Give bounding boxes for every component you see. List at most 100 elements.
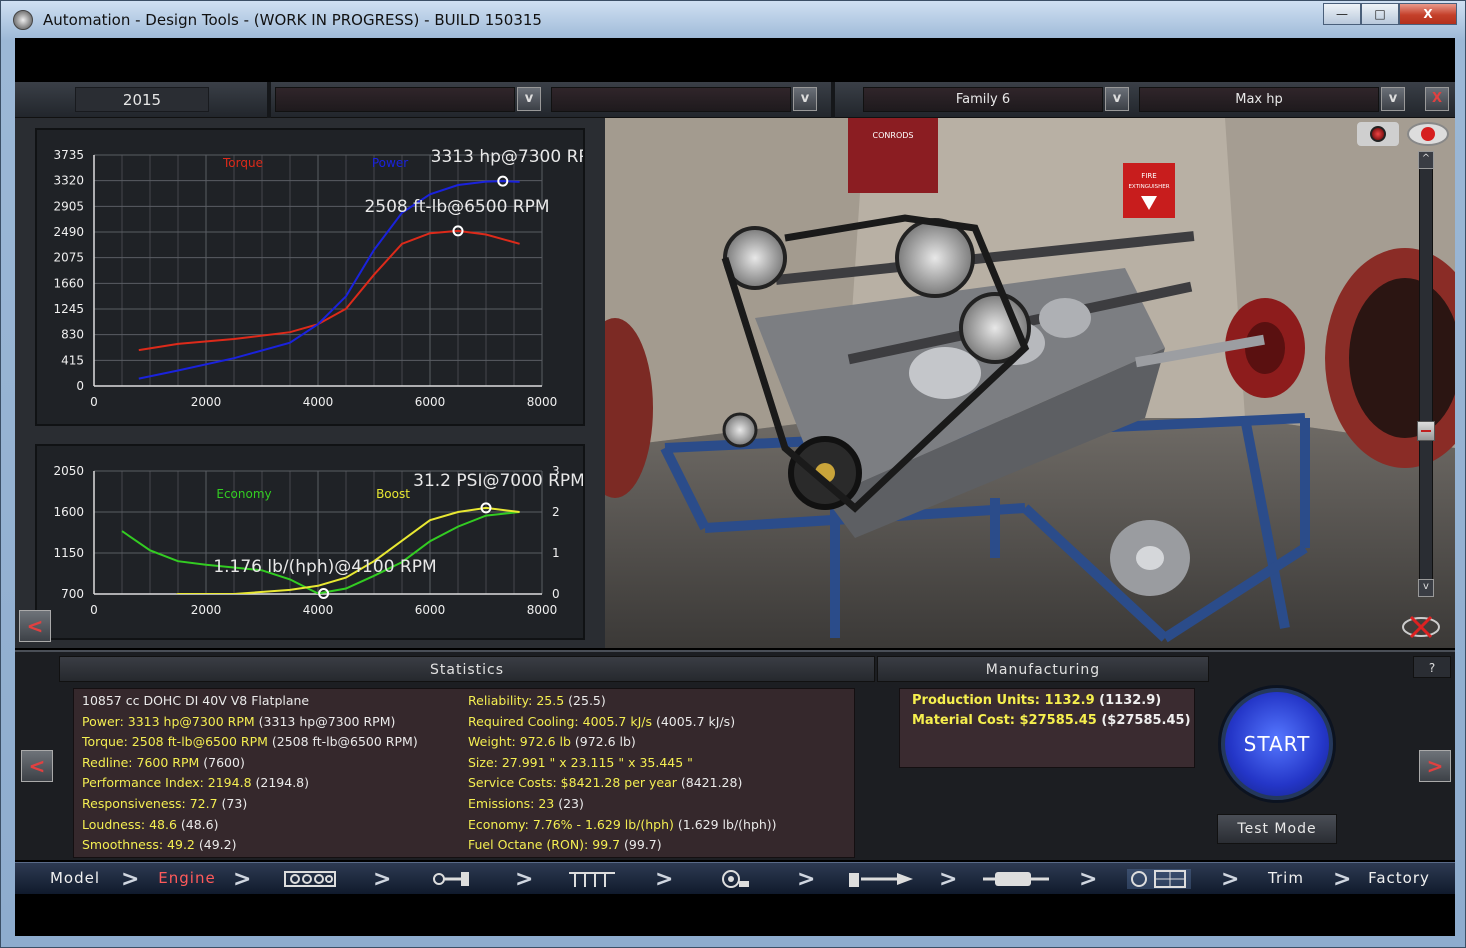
camera-icon[interactable] (1357, 122, 1399, 146)
stat-row: Redline: 7600 RPM (7600) (82, 754, 245, 770)
dropdown-1[interactable] (275, 87, 515, 112)
year-display: 2015 (75, 87, 209, 112)
nav-engine[interactable]: Engine (147, 863, 227, 895)
poster-text: CONRODS (873, 131, 914, 140)
graph-column: 0 2000 4000 6000 8000 0 415 830 1245 1660 2075 2490… (15, 118, 605, 648)
close-window-button[interactable]: X (1399, 3, 1457, 25)
y-tick-label: 830 (61, 328, 84, 342)
stat-row: Fuel Octane (RON): 99.7 (99.7) (468, 837, 662, 853)
stat-row: Weight: 972.6 lb (972.6 lb) (468, 734, 636, 750)
turbo-icon[interactable] (717, 869, 751, 889)
x-tick-label: 8000 (527, 603, 558, 617)
x-tick-label: 2000 (191, 395, 222, 409)
app-icon (13, 10, 33, 30)
game-client: 2015 v v Family 6 v Max hp v X 0 2000 4000… (15, 38, 1455, 936)
eye-icon[interactable] (1407, 122, 1449, 146)
x-tick-label: 0 (90, 603, 98, 617)
target-dropdown[interactable]: Max hp (1139, 87, 1379, 112)
stat-row: Loudness: 48.6 (48.6) (82, 816, 219, 832)
x-tick-label: 2000 (191, 603, 222, 617)
help-button[interactable]: ? (1413, 656, 1451, 678)
next-page-button[interactable]: > (1419, 750, 1451, 782)
y-tick-label: 0 (76, 379, 84, 393)
test-mode-button[interactable]: Test Mode (1217, 814, 1337, 844)
y-tick-label: 2905 (53, 199, 84, 213)
power-torque-chart: 0 2000 4000 6000 8000 0 415 830 1245 1660 2075 2490… (53, 147, 603, 409)
stat-row: Required Cooling: 4005.7 kJ/s (4005.7 kJ… (468, 713, 736, 729)
fuel-system-icon[interactable] (847, 869, 917, 889)
legend-economy: Economy (216, 487, 271, 501)
test-results-icon[interactable] (1127, 869, 1191, 889)
x-tick-label: 4000 (303, 395, 334, 409)
y-tick-label: 700 (61, 587, 84, 601)
start-button[interactable]: START (1221, 688, 1333, 800)
y-tick-label: 1150 (53, 546, 84, 560)
dropdown-2[interactable] (551, 87, 791, 112)
stat-row: Service Costs: $8421.28 per year (8421.2… (468, 775, 743, 791)
y-tick-label: 1660 (53, 276, 84, 290)
statistics-list: 10857 cc DOHC DI 40V V8 Flatplane Power: … (73, 688, 855, 858)
peak-annotation: 31.2 PSI@7000 RPM (413, 471, 583, 491)
y-right-tick-label: 1 (552, 546, 560, 560)
nav-factory[interactable]: Factory (1359, 863, 1439, 895)
scroll-up-button[interactable]: ^ (1418, 151, 1434, 169)
stat-row: 10857 cc DOHC DI 40V V8 Flatplane (82, 693, 310, 708)
dropdown-1-toggle[interactable]: v (517, 87, 541, 111)
stat-row: Emissions: 23 (23) (468, 796, 584, 811)
y-tick-label: 2075 (53, 251, 84, 265)
title-bar[interactable]: Automation - Design Tools - (WORK IN PRO… (1, 1, 1466, 37)
engine-render: CONRODS FIRE EXTINGUISHER (605, 118, 1455, 648)
valvetrain-icon[interactable] (567, 869, 617, 889)
engine-block-icon[interactable] (283, 869, 339, 889)
exhaust-icon[interactable] (981, 869, 1051, 889)
manufacturing-list: Production Units: 1132.9 (1132.9) Materi… (899, 688, 1195, 768)
chevron-right-icon: > (1079, 867, 1098, 892)
chevron-right-icon: > (939, 867, 958, 892)
reset-view-icon[interactable] (1401, 614, 1441, 640)
stat-row: Size: 27.991 " x 23.115 " x 35.445 " (468, 754, 693, 770)
engine-3d-view[interactable]: CONRODS FIRE EXTINGUISHER ^ v (605, 118, 1455, 648)
y-tick-label: 1245 (53, 302, 84, 316)
legend-power: Power (372, 156, 408, 170)
dropdown-2-toggle[interactable]: v (793, 87, 817, 111)
peak-annotation: 2508 ft-lb@6500 RPM (364, 197, 549, 217)
material-cost: Material Cost: $27585.45 ($27585.45) (912, 713, 1191, 728)
manufacturing-header: Manufacturing (877, 656, 1209, 682)
chevron-right-icon: > (515, 867, 534, 892)
x-tick-label: 0 (90, 395, 98, 409)
scroll-thumb[interactable] (1417, 421, 1435, 441)
chevron-right-icon: > (233, 867, 252, 892)
zoom-scrollbar[interactable]: ^ v (1417, 151, 1435, 597)
y-right-tick-label: 0 (552, 587, 560, 601)
x-tick-label: 8000 (527, 395, 558, 409)
divider (831, 82, 835, 118)
nav-model[interactable]: Model (35, 863, 115, 895)
scroll-down-button[interactable]: v (1418, 579, 1434, 597)
stat-row: Performance Index: 2194.8 (2194.8) (82, 775, 309, 791)
family-dropdown-toggle[interactable]: v (1105, 87, 1129, 111)
stat-row: Responsiveness: 72.7 (73) (82, 796, 248, 811)
minimize-button[interactable]: — (1323, 3, 1361, 25)
crank-conrod-icon[interactable] (433, 869, 473, 889)
x-tick-label: 6000 (415, 603, 446, 617)
y-tick-label: 2050 (53, 464, 84, 478)
svg-text:EXTINGUISHER: EXTINGUISHER (1128, 184, 1169, 190)
design-stage-nav: Model > Engine > > > > > > > > Trim > Fa… (15, 862, 1455, 894)
stat-row: Torque: 2508 ft-lb@6500 RPM (2508 ft-lb@… (82, 734, 418, 750)
stat-row: Smoothness: 49.2 (49.2) (82, 837, 237, 853)
collapse-panel-button[interactable]: < (19, 610, 51, 642)
target-dropdown-toggle[interactable]: v (1381, 87, 1405, 111)
chevron-right-icon: > (655, 867, 674, 892)
power-graph-panel: 0 2000 4000 6000 8000 0 415 830 1245 1660 2075 2490… (35, 128, 603, 426)
series-line-torque (138, 229, 520, 352)
prev-page-button[interactable]: < (21, 750, 53, 782)
y-right-tick-label: 2 (552, 505, 560, 519)
nav-trim[interactable]: Trim (1251, 863, 1321, 895)
statistics-header: Statistics (59, 656, 875, 682)
legend-torque: Torque (222, 156, 263, 170)
maximize-button[interactable]: □ (1361, 3, 1399, 25)
close-icon[interactable]: X (1425, 87, 1449, 111)
economy-graph-panel: 0 2000 4000 6000 8000 700 1150 1600 2050 0 1 2 3 Econ… (35, 444, 585, 640)
family-dropdown[interactable]: Family 6 (863, 87, 1103, 112)
x-tick-label: 4000 (303, 603, 334, 617)
